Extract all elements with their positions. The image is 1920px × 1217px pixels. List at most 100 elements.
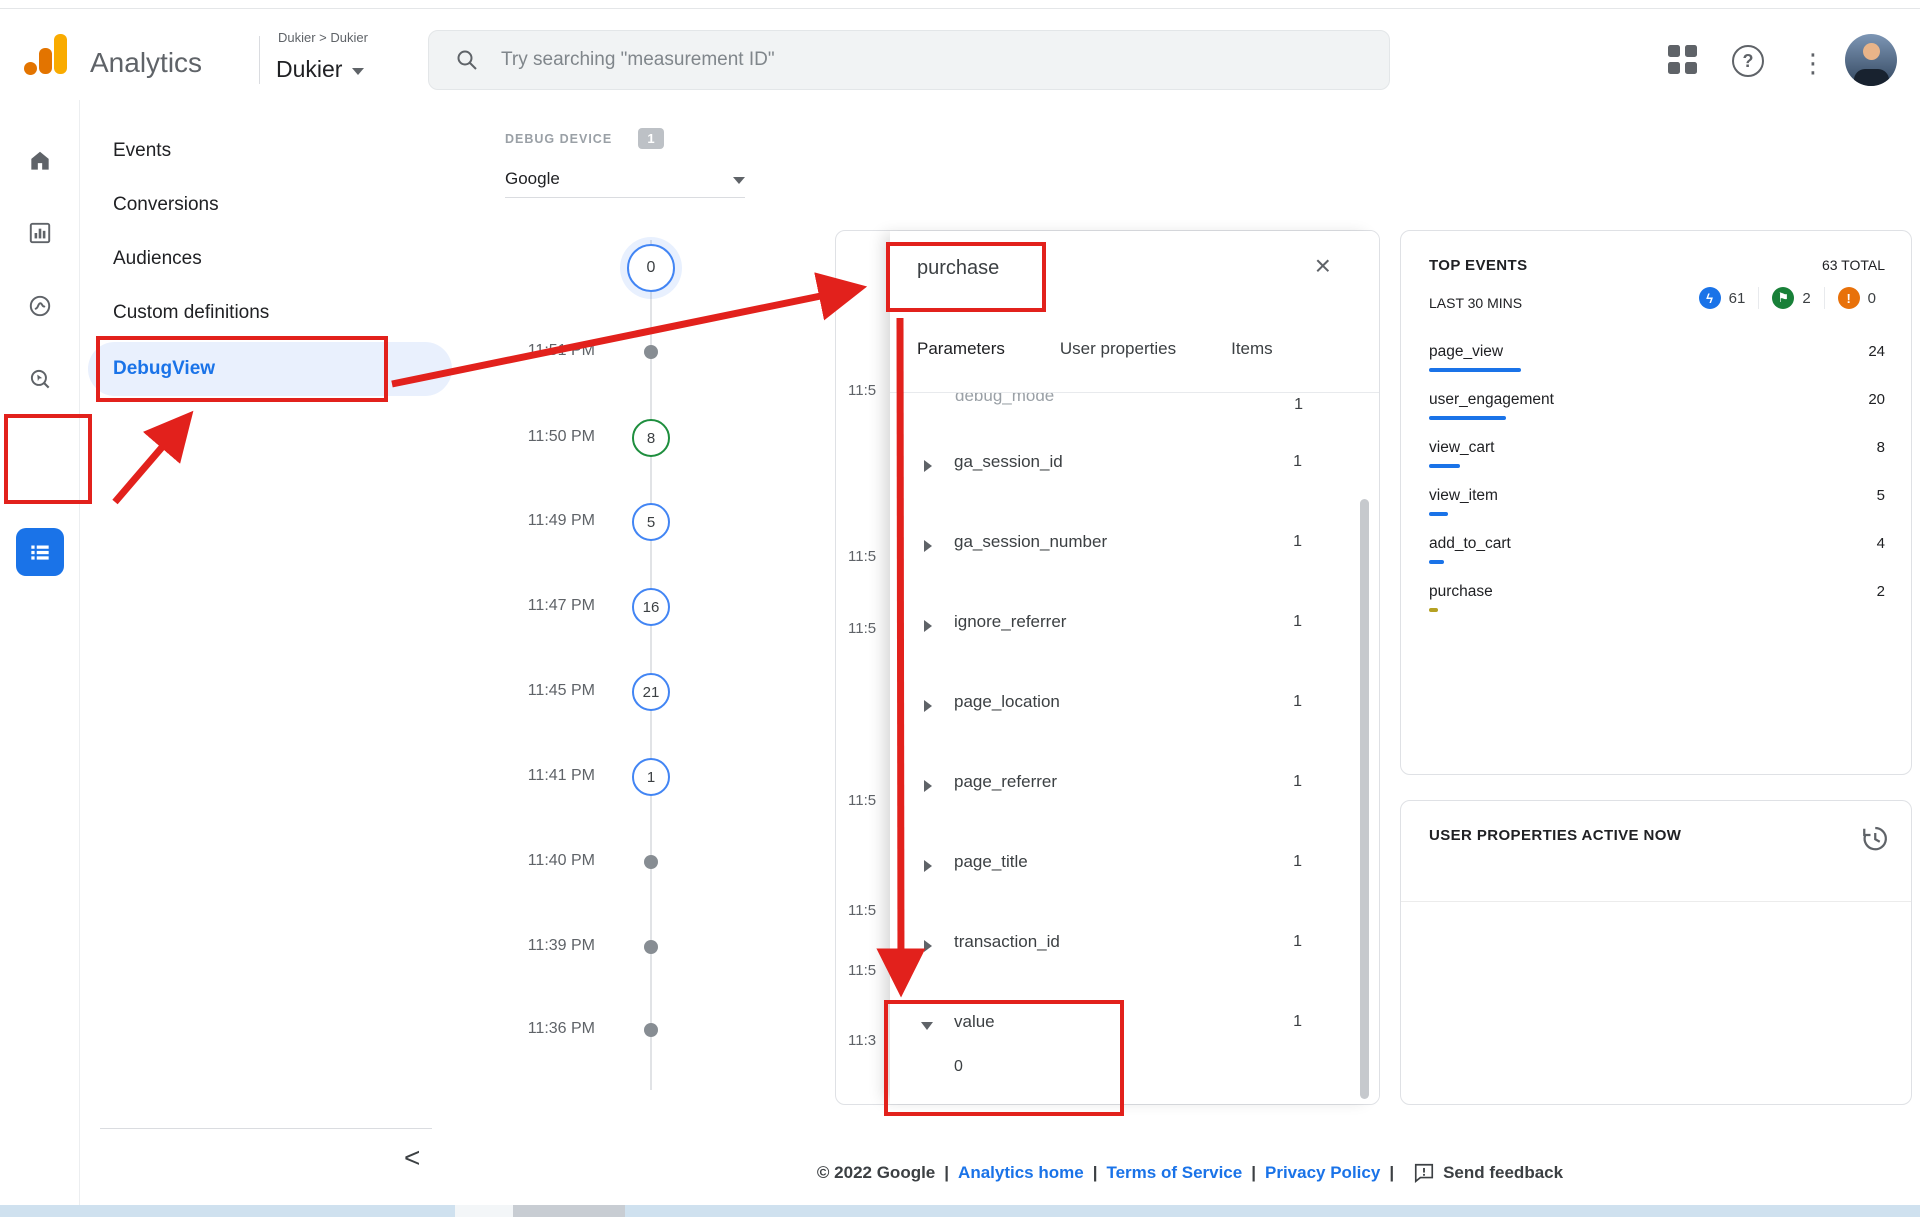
taskbar-segment [455,1205,513,1217]
occluded-time: 11:5 [848,902,876,919]
search-input[interactable] [501,49,1363,71]
timeline-event-bubble[interactable]: 8 [632,419,670,457]
sidebar-item-events[interactable]: Events [113,140,171,162]
top-event-row[interactable]: view_cart 8 [1429,437,1885,483]
events-count: 61 [1729,290,1746,307]
breadcrumb[interactable]: Dukier > Dukier [278,30,368,45]
event-name: view_item [1429,487,1498,505]
timeline-entry[interactable]: 11:45 PM 21 [505,672,725,712]
param-count: 1 [1293,773,1302,791]
explore-icon[interactable] [27,293,53,319]
timeline-entry[interactable]: 11:39 PM [505,927,725,967]
occluded-time: 11:5 [848,620,876,637]
param-row[interactable]: ga_session_id 1 [890,430,1360,510]
avatar[interactable] [1845,34,1897,86]
sidebar-item-debugview[interactable]: DebugView [113,358,215,380]
param-row[interactable]: ga_session_number 1 [890,510,1360,590]
timeline-current-bubble[interactable]: 0 [627,244,675,292]
footer-separator: | [1093,1163,1098,1183]
nav-divider [100,1128,432,1129]
timeline-entry[interactable]: 11:40 PM [505,842,725,882]
timeline-entry[interactable]: 11:41 PM 1 [505,757,725,797]
tab-user-properties[interactable]: User properties [1060,339,1176,373]
tab-parameters[interactable]: Parameters [917,339,1005,373]
param-row-clipped[interactable]: debug_mode 1 [891,393,1361,425]
collapse-nav-icon[interactable]: < [404,1142,420,1174]
send-feedback-button[interactable]: Send feedback [1413,1162,1563,1184]
param-row[interactable]: page_location 1 [890,670,1360,750]
timeline-entry[interactable]: 11:50 PM 8 [505,418,725,458]
param-name: ga_session_id [954,452,1063,472]
timeline-entry[interactable]: 11:51 PM [505,332,725,372]
timeline-entry[interactable]: 11:49 PM 5 [505,502,725,542]
account-switcher[interactable]: Dukier [276,56,364,83]
card-divider [1401,901,1911,902]
sidebar-item-conversions[interactable]: Conversions [113,194,219,216]
scrollbar[interactable] [1360,499,1369,1099]
expand-triangle-icon [924,860,932,872]
expand-triangle-icon [924,700,932,712]
errors-counter: ! 0 [1824,287,1889,309]
timeline-time: 11:47 PM [505,597,595,615]
apps-grid-icon[interactable] [1668,45,1697,74]
search-bar[interactable] [428,30,1390,90]
device-select[interactable]: Google [505,160,745,198]
top-events-card: TOP EVENTS 63 TOTAL LAST 30 MINS ϟ 61 ⚑ … [1400,230,1912,775]
taskbar-segment [513,1205,625,1217]
tab-items[interactable]: Items [1231,339,1273,373]
param-row[interactable]: page_referrer 1 [890,750,1360,830]
top-event-row[interactable]: purchase 2 [1429,581,1885,627]
top-events-total: 63 TOTAL [1822,257,1885,273]
analytics-logo-icon[interactable] [24,32,70,76]
debug-device-count-badge: 1 [638,128,664,149]
expand-triangle-icon [924,620,932,632]
search-icon [455,48,479,72]
top-event-row[interactable]: user_engagement 20 [1429,389,1885,435]
event-bar [1429,608,1438,612]
param-row-value-expanded[interactable]: value 1 0 [890,990,1360,1090]
timeline-event-bubble[interactable]: 21 [632,673,670,711]
timeline-entry[interactable]: 11:47 PM 16 [505,587,725,627]
sidebar-item-custom-definitions[interactable]: Custom definitions [113,302,269,324]
ga-debugview-screen: Analytics Dukier > Dukier Dukier ? ⋮ [0,0,1920,1217]
overflow-menu-icon[interactable]: ⋮ [1800,48,1826,78]
param-count: 1 [1294,396,1303,414]
footer-link-terms[interactable]: Terms of Service [1106,1163,1242,1183]
footer-link-privacy[interactable]: Privacy Policy [1265,1163,1380,1183]
taskbar-sliver [0,1205,1920,1217]
event-name: page_view [1429,343,1503,361]
top-event-row[interactable]: page_view 24 [1429,341,1885,387]
top-event-row[interactable]: view_item 5 [1429,485,1885,531]
param-count: 1 [1293,613,1302,631]
reports-icon[interactable] [27,220,53,246]
param-row[interactable]: page_title 1 [890,830,1360,910]
event-bar [1429,512,1448,516]
configure-icon-active[interactable] [16,528,64,576]
sidebar-item-audiences[interactable]: Audiences [113,248,202,270]
help-icon[interactable]: ? [1732,45,1764,77]
feedback-icon [1413,1162,1435,1184]
grid-square [1685,62,1697,74]
top-event-row[interactable]: add_to_cart 4 [1429,533,1885,579]
conversions-count: 2 [1802,290,1810,307]
event-bar [1429,416,1506,420]
timeline-event-bubble[interactable]: 16 [632,588,670,626]
footer-link-analytics-home[interactable]: Analytics home [958,1163,1084,1183]
timeline-entry[interactable]: 11:36 PM [505,1010,725,1050]
close-icon[interactable]: × [1315,251,1331,281]
logo-bar [39,48,52,74]
history-icon[interactable] [1859,823,1889,853]
advertising-icon[interactable] [27,366,53,392]
avatar-head [1863,43,1880,60]
param-row[interactable]: transaction_id 1 [890,910,1360,990]
timeline-event-bubble[interactable]: 5 [632,503,670,541]
param-count: 1 [1293,1013,1302,1031]
avatar-body [1854,69,1889,86]
home-icon[interactable] [27,148,53,174]
param-row[interactable]: ignore_referrer 1 [890,590,1360,670]
device-select-value: Google [505,169,560,189]
param-value: 0 [954,1058,963,1076]
expand-triangle-icon [924,780,932,792]
event-bar [1429,464,1460,468]
timeline-event-bubble[interactable]: 1 [632,758,670,796]
